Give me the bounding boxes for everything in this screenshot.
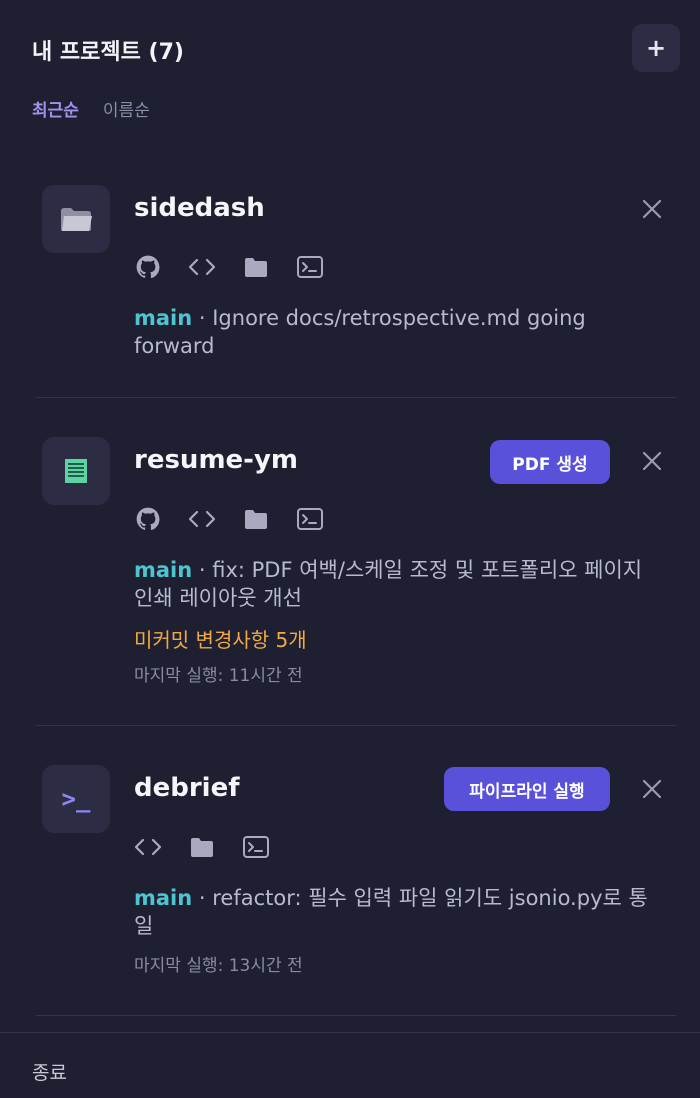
- project-actions: [134, 833, 270, 861]
- add-project-button[interactable]: +: [632, 24, 680, 72]
- branch-name: main: [134, 306, 193, 330]
- folder-open-icon[interactable]: [242, 253, 270, 281]
- divider: [36, 725, 676, 726]
- last-commit: main · fix: PDF 여백/스케일 조정 및 포트폴리오 페이지 인쇄…: [134, 558, 643, 610]
- branch-name: main: [134, 886, 193, 910]
- commit-message: refactor: 필수 입력 파일 읽기도 jsonio.py로 통일: [134, 886, 648, 938]
- exit-button[interactable]: 종료: [32, 1058, 67, 1085]
- project-card-debrief[interactable]: >_ debrief 파이프라인 실행 main · refactor: 필수 …: [36, 765, 676, 995]
- github-icon[interactable]: [134, 253, 162, 281]
- project-name: sidedash: [134, 193, 265, 223]
- close-icon[interactable]: [638, 447, 666, 475]
- last-run: 마지막 실행: 11시간 전: [134, 666, 303, 686]
- generate-pdf-button[interactable]: PDF 생성: [490, 440, 610, 484]
- sort-name-tab[interactable]: 이름순: [103, 96, 150, 121]
- footer-divider: [0, 1032, 700, 1033]
- sort-options: 최근순 이름순: [32, 96, 150, 121]
- project-card-resume-ym[interactable]: resume-ym PDF 생성 main · fix: PDF 여백/스케일 …: [36, 437, 676, 697]
- code-icon[interactable]: [188, 505, 216, 533]
- project-actions: [134, 253, 324, 281]
- divider: [36, 1015, 676, 1016]
- code-icon[interactable]: [188, 253, 216, 281]
- github-icon[interactable]: [134, 505, 162, 533]
- sort-recent-tab[interactable]: 최근순: [32, 96, 79, 121]
- project-name: debrief: [134, 773, 240, 803]
- page-title: 내 프로젝트 (7): [32, 40, 184, 65]
- divider: [36, 397, 676, 398]
- close-icon[interactable]: [638, 775, 666, 803]
- branch-name: main: [134, 558, 193, 582]
- terminal-icon[interactable]: [296, 253, 324, 281]
- folder-open-icon[interactable]: [188, 833, 216, 861]
- terminal-icon[interactable]: [242, 833, 270, 861]
- last-commit: main · Ignore docs/retrospective.md goin…: [134, 306, 586, 358]
- last-commit: main · refactor: 필수 입력 파일 읽기도 jsonio.py로…: [134, 886, 648, 938]
- terminal-prompt-icon: >_: [42, 765, 110, 833]
- folder-icon: [42, 185, 110, 253]
- close-icon[interactable]: [638, 195, 666, 223]
- document-icon: [42, 437, 110, 505]
- project-card-sidedash[interactable]: sidedash main · Ignore docs/retrospectiv…: [36, 185, 676, 375]
- code-icon[interactable]: [134, 833, 162, 861]
- last-run: 마지막 실행: 13시간 전: [134, 956, 303, 976]
- run-pipeline-button[interactable]: 파이프라인 실행: [444, 767, 610, 811]
- uncommitted-changes: 미커밋 변경사항 5개: [134, 628, 307, 652]
- project-actions: [134, 505, 324, 533]
- project-name: resume-ym: [134, 445, 298, 475]
- folder-open-icon[interactable]: [242, 505, 270, 533]
- header: 내 프로젝트 (7) +: [32, 24, 680, 72]
- terminal-icon[interactable]: [296, 505, 324, 533]
